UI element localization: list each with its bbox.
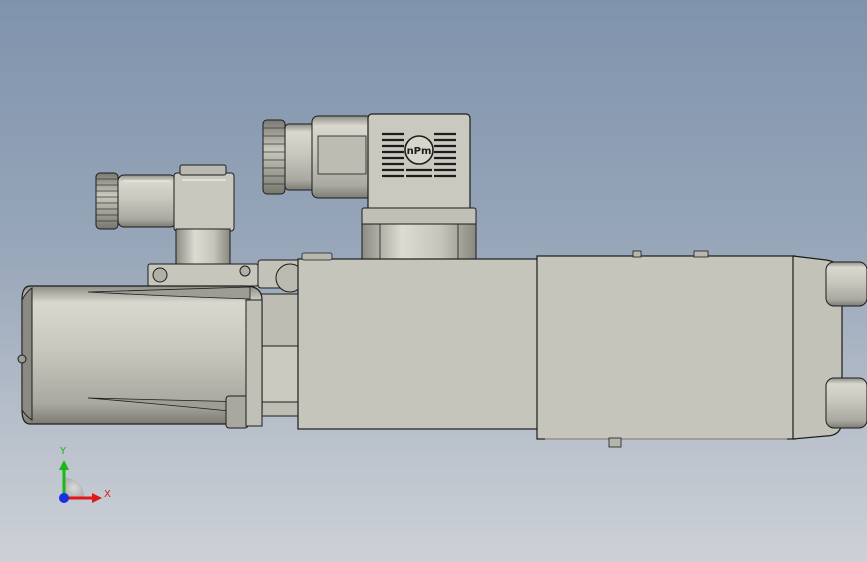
left-coil-body xyxy=(17,285,301,429)
y-axis-head xyxy=(59,460,69,470)
brand-logo-text: nPm xyxy=(407,146,432,157)
valve-main-block xyxy=(297,250,867,448)
left-connector-head xyxy=(173,172,235,232)
axis-triad: X Y xyxy=(59,446,111,503)
valve-model[interactable]: nPm X Y xyxy=(0,0,867,562)
right-knurled-nut xyxy=(262,119,286,195)
3d-viewport[interactable]: nPm X Y xyxy=(0,0,867,562)
y-axis-label: Y xyxy=(59,446,67,457)
bottom-port-pin xyxy=(608,437,622,448)
right-solenoid-connector[interactable]: nPm xyxy=(262,100,477,261)
x-axis-head xyxy=(92,493,102,503)
z-axis-dot xyxy=(59,493,69,503)
left-solenoid-connector[interactable] xyxy=(95,164,235,272)
x-axis-label: X xyxy=(104,489,111,500)
left-cable-gland xyxy=(117,174,177,228)
right-stem xyxy=(361,223,477,261)
